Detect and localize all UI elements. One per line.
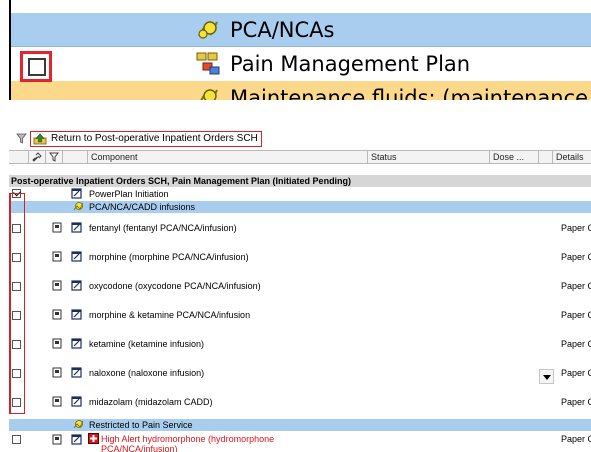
details-cell: Paper C [561, 281, 591, 291]
order-sheet-icon [71, 280, 82, 291]
details-cell: Paper C [561, 223, 591, 233]
note-icon[interactable] [52, 338, 63, 349]
zoom-checkbox[interactable] [28, 58, 46, 76]
details-cell: Paper C [561, 368, 591, 378]
header-dose[interactable]: Dose ... [490, 151, 539, 164]
row-label-cont: PCA/NCA/infusion) [101, 444, 178, 452]
row-powerplan[interactable]: PowerPlan Initiation [9, 188, 591, 200]
zoom-grid-border [9, 0, 11, 100]
row-oxycodone[interactable]: oxycodone (oxycodone PCA/NCA/infusion) P… [9, 274, 591, 300]
header-sep [539, 151, 553, 164]
row-midazolam[interactable]: midazolam (midazolam CADD) Paper C [9, 390, 591, 416]
order-sheet-icon [71, 251, 82, 262]
details-cell: Paper C [561, 310, 591, 320]
note-icon[interactable] [52, 396, 63, 407]
zoom-top-blank [9, 0, 591, 13]
row-fentanyl[interactable]: fentanyl (fentanyl PCA/NCA/infusion) Pap… [9, 216, 591, 242]
zoom-label-pca: PCA/NCAs [230, 18, 335, 42]
row-label: morphine (morphine PCA/NCA/infusion) [89, 252, 249, 262]
row-ketamine[interactable]: ketamine (ketamine infusion) Paper C [9, 332, 591, 358]
return-link[interactable]: Return to Post-operative Inpatient Order… [30, 131, 262, 147]
note-icon[interactable] [52, 222, 63, 233]
pca-icon [200, 89, 218, 100]
details-cell: Paper C [561, 434, 591, 444]
row-label: ketamine (ketamine infusion) [89, 339, 205, 349]
order-sheet-icon [71, 396, 82, 407]
orders-grid: Component Status Dose ... Details Post-o… [9, 150, 591, 452]
pca-icon [73, 202, 84, 211]
row-hydromorphone[interactable]: High Alert hydromorphone (hydromorphone … [9, 432, 591, 452]
group-label: Restricted to Pain Service [89, 420, 193, 430]
zoom-row-plan[interactable]: Pain Management Plan [9, 47, 591, 81]
order-sheet-icon [71, 434, 82, 445]
row-label: High Alert hydromorphone (hydromorphone [101, 434, 275, 444]
header-component[interactable]: Component [88, 151, 368, 164]
checkbox-hydromorphone[interactable] [12, 435, 21, 444]
details-cell: Paper C [561, 339, 591, 349]
plan-icon [196, 52, 220, 75]
zoom-row-maintenance[interactable]: Maintenance fluids: (maintenance rate [9, 81, 591, 100]
details-cell: Paper C [561, 397, 591, 407]
note-icon[interactable] [52, 434, 63, 445]
zoom-label-maintenance: Maintenance fluids: (maintenance rate [230, 86, 591, 100]
return-arrow-icon [33, 133, 47, 145]
return-link-label: Return to Post-operative Inpatient Order… [51, 133, 258, 144]
zoom-label-plan: Pain Management Plan [230, 52, 471, 76]
note-icon[interactable] [52, 367, 63, 378]
row-label: fentanyl (fentanyl PCA/NCA/infusion) [89, 223, 237, 233]
header-link-col[interactable] [29, 151, 46, 164]
header-flag-col[interactable] [46, 151, 63, 164]
row-morphine-ketamine[interactable]: morphine & ketamine PCA/NCA/infusion Pap… [9, 303, 591, 329]
note-icon[interactable] [52, 309, 63, 320]
order-sheet-icon [71, 367, 82, 378]
high-alert-icon [88, 433, 99, 444]
order-sheet-icon [71, 222, 82, 233]
header-checkbox-col [9, 151, 29, 164]
header-blank-col [63, 151, 88, 164]
header-details[interactable]: Details [553, 151, 591, 164]
row-label: morphine & ketamine PCA/NCA/infusion [89, 310, 251, 320]
pca-icon [198, 21, 218, 39]
row-label: naloxone (naloxone infusion) [89, 368, 205, 378]
note-icon[interactable] [52, 251, 63, 262]
row-label: PowerPlan Initiation [89, 189, 169, 199]
order-sheet-icon [71, 338, 82, 349]
details-cell: Paper C [561, 252, 591, 262]
row-naloxone[interactable]: naloxone (naloxone infusion) Paper C [9, 361, 591, 387]
note-icon[interactable] [52, 280, 63, 291]
group-restricted[interactable]: Restricted to Pain Service [9, 419, 591, 431]
filter-icon[interactable] [16, 133, 27, 144]
header-status[interactable]: Status [368, 151, 490, 164]
grid-header: Component Status Dose ... Details [9, 150, 591, 164]
section-title: Post-operative Inpatient Orders SCH, Pai… [9, 175, 591, 187]
row-label: midazolam (midazolam CADD) [89, 397, 213, 407]
link-icon [32, 152, 42, 162]
filter-header-icon [49, 152, 59, 162]
checkbox-column-highlight [9, 193, 25, 414]
order-sheet-icon [71, 309, 82, 320]
zoom-checkbox-highlight [20, 51, 52, 82]
group-pca[interactable]: PCA/NCA/CADD infusions [9, 201, 591, 213]
zoom-row-pca[interactable]: PCA/NCAs [9, 13, 591, 47]
zoomed-inset: PCA/NCAs Pain Management Plan Maintenanc… [0, 0, 591, 100]
row-morphine[interactable]: morphine (morphine PCA/NCA/infusion) Pap… [9, 245, 591, 271]
group-label: PCA/NCA/CADD infusions [89, 202, 196, 212]
row-label: oxycodone (oxycodone PCA/NCA/infusion) [89, 281, 261, 291]
dose-dropdown-button[interactable] [539, 369, 554, 384]
pca-icon [73, 420, 84, 429]
order-sheet-icon [71, 188, 82, 199]
